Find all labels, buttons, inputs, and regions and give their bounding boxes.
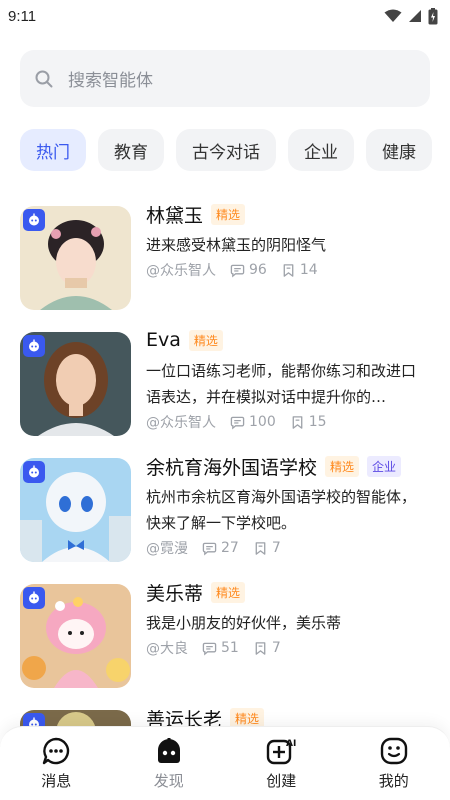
agent-badge-icon [23,335,45,357]
agent-author: @众乐智人 [146,415,216,431]
nav-label: 消息 [41,772,72,790]
agent-card[interactable]: 美乐蒂 精选 我是小朋友的好伙伴，美乐蒂 @大良 51 7 [20,578,430,690]
agent-card[interactable]: 余杭育海外国语学校 精选 企业 杭州市余杭区育海外国语学校的智能体，快来了解一下… [20,452,430,564]
smiley-face-icon [380,737,407,765]
search-icon [35,70,53,87]
bookmark-icon [283,263,294,277]
search-bar[interactable]: 搜索智能体 [20,50,430,107]
save-count: 14 [299,262,318,278]
agent-name: 美乐蒂 [146,582,204,605]
save-count: 7 [271,640,281,656]
tab-education[interactable]: 教育 [98,129,164,171]
comment-icon [230,416,245,430]
agent-avatar [20,206,131,310]
agent-avatar [20,458,131,562]
agent-name: Eva [146,329,181,351]
nav-label: 创建 [266,772,297,790]
tab-hot[interactable]: 热门 [20,129,86,171]
agent-avatar [20,584,131,688]
robot-icon [157,738,180,763]
chat-bubble-icon [43,737,70,765]
featured-tag: 精选 [325,455,360,477]
save-count: 15 [308,414,327,430]
comment-icon [202,642,217,656]
wifi-icon [384,9,402,22]
featured-tag: 精选 [211,581,246,603]
nav-label: 发现 [153,772,184,790]
agent-author: @大良 [146,641,188,657]
status-icons [384,7,438,25]
agent-badge-icon [23,587,45,609]
comment-icon [230,264,245,278]
agent-author: @众乐智人 [146,263,216,279]
ai-create-icon: AI [267,739,297,765]
featured-tag: 精选 [211,203,246,225]
agent-author: @霓漫 [146,541,188,557]
agent-card[interactable]: 林黛玉 精选 进来感受林黛玉的阴阳怪气 @众乐智人 96 14 [20,200,430,312]
comment-count: 51 [221,640,239,656]
comment-icon [202,542,217,556]
comment-count: 100 [249,414,276,430]
agent-description: 我是小朋友的好伙伴，美乐蒂 [146,614,342,632]
agent-description: 一位口语练习老师，能帮你练习和改进口语表达，并在模拟对话中提升你的… [146,362,417,406]
bookmark-icon [292,415,303,429]
agent-card[interactable]: Eva 精选 一位口语练习老师，能帮你练习和改进口语表达，并在模拟对话中提升你的… [20,326,430,438]
tab-dialogue[interactable]: 古今对话 [176,129,276,171]
featured-tag: 精选 [188,329,223,351]
tab-health[interactable]: 健康 [366,129,432,171]
bookmark-icon [255,641,266,655]
agent-badge-icon [23,209,45,231]
nav-messages[interactable]: 消息 [0,727,113,800]
nav-create[interactable]: AI 创建 [225,727,338,800]
comment-count: 27 [221,540,239,556]
bottom-nav: 消息 发现 AI 创建 我的 [0,726,450,800]
signal-icon [409,10,421,22]
agent-badge-icon [23,461,45,483]
agent-description: 进来感受林黛玉的阴阳怪气 [146,236,327,254]
battery-icon [428,7,438,24]
nav-label: 我的 [378,772,409,790]
bookmark-icon [255,541,266,555]
nav-profile[interactable]: 我的 [338,727,450,800]
search-input[interactable]: 搜索智能体 [68,66,153,91]
status-bar: 9:11 [0,0,450,32]
tab-enterprise[interactable]: 企业 [288,129,354,171]
agent-avatar [20,332,131,436]
save-count: 7 [271,540,281,556]
category-tabs: 热门 教育 古今对话 企业 健康 [20,129,450,171]
svg-text:AI: AI [286,739,296,749]
comment-count: 96 [249,262,267,278]
nav-discover[interactable]: 发现 [113,727,226,800]
agent-name: 余杭育海外国语学校 [146,456,318,479]
agent-name: 林黛玉 [146,204,204,227]
enterprise-tag: 企业 [367,455,402,477]
agent-description: 杭州市余杭区育海外国语学校的智能体，快来了解一下学校吧。 [146,488,417,532]
status-time: 9:11 [8,7,37,25]
